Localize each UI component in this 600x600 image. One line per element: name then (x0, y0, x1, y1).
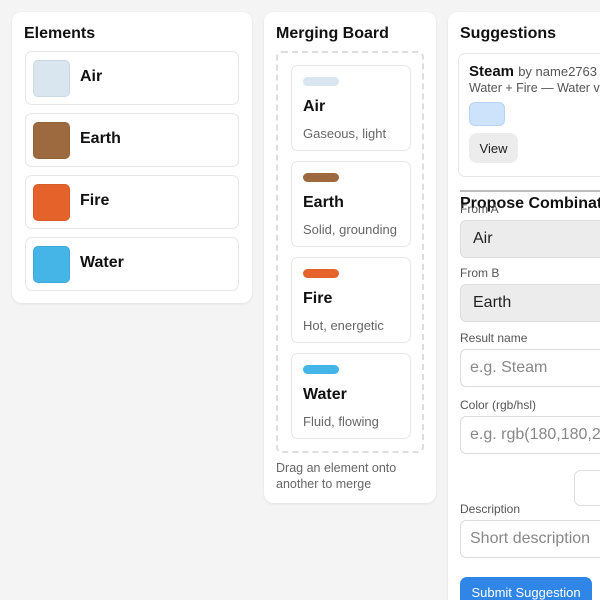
color-label: Color (rgb/hsl) (460, 398, 537, 412)
element-item-fire[interactable]: Fire (25, 175, 239, 229)
card-name: Fire (303, 290, 333, 307)
suggestion-name: Steam (469, 63, 515, 80)
element-name: Fire (80, 192, 110, 209)
from-b-label: From B (460, 266, 500, 280)
element-name: Earth (80, 130, 121, 147)
elements-title: Elements (24, 25, 96, 42)
color-bar (303, 365, 339, 374)
from-b-select[interactable]: Earth (460, 284, 600, 322)
suggestions-panel: Suggestions Steam by name2763 Water + Fi… (448, 12, 600, 600)
element-swatch (33, 246, 70, 283)
from-a-label: From A (460, 202, 499, 216)
merge-hint: Drag an element onto another to merge (276, 461, 397, 491)
description-input[interactable] (460, 520, 600, 558)
from-a-select[interactable]: Air (460, 220, 600, 258)
suggestion-card: Steam by name2763 Water + Fire — Water v… (458, 53, 600, 177)
view-button[interactable]: View (469, 133, 518, 163)
suggestion-name-line: Steam by name2763 (469, 63, 597, 80)
merge-card-water[interactable]: Water Fluid, flowing (291, 353, 411, 439)
color-preview-button[interactable] (574, 470, 600, 506)
element-item-water[interactable]: Water (25, 237, 239, 291)
card-name: Water (303, 386, 347, 403)
section-divider (460, 190, 600, 192)
suggestion-formula: Water + Fire — Water va (469, 81, 600, 95)
merge-card-air[interactable]: Air Gaseous, light (291, 65, 411, 151)
result-name-input[interactable] (460, 349, 600, 387)
merging-board-panel: Merging Board Air Gaseous, light Earth S… (264, 12, 436, 503)
color-bar (303, 173, 339, 182)
color-bar (303, 77, 339, 86)
description-label: Description (460, 502, 521, 516)
element-item-earth[interactable]: Earth (25, 113, 239, 167)
elements-panel: Elements Air Earth Fire Water (12, 12, 252, 303)
element-swatch (33, 122, 70, 159)
color-bar (303, 269, 339, 278)
suggestion-color-swatch (469, 102, 505, 126)
element-item-air[interactable]: Air (25, 51, 239, 105)
suggestion-author: by name2763 (518, 64, 597, 79)
merge-drop-zone[interactable]: Air Gaseous, light Earth Solid, groundin… (276, 51, 424, 453)
element-swatch (33, 60, 70, 97)
card-description: Hot, energetic (303, 318, 384, 333)
submit-suggestion-button[interactable]: Submit Suggestion (460, 577, 592, 600)
element-name: Air (80, 68, 103, 85)
element-name: Water (80, 254, 124, 271)
card-name: Air (303, 98, 326, 115)
card-name: Earth (303, 194, 344, 211)
result-name-label: Result name (460, 331, 528, 345)
color-input[interactable] (460, 416, 600, 454)
suggestions-title: Suggestions (460, 25, 557, 42)
merge-card-earth[interactable]: Earth Solid, grounding (291, 161, 411, 247)
merging-board-title: Merging Board (276, 25, 389, 42)
merge-card-fire[interactable]: Fire Hot, energetic (291, 257, 411, 343)
element-swatch (33, 184, 70, 221)
card-description: Fluid, flowing (303, 414, 379, 429)
card-description: Solid, grounding (303, 222, 397, 237)
card-description: Gaseous, light (303, 126, 387, 141)
